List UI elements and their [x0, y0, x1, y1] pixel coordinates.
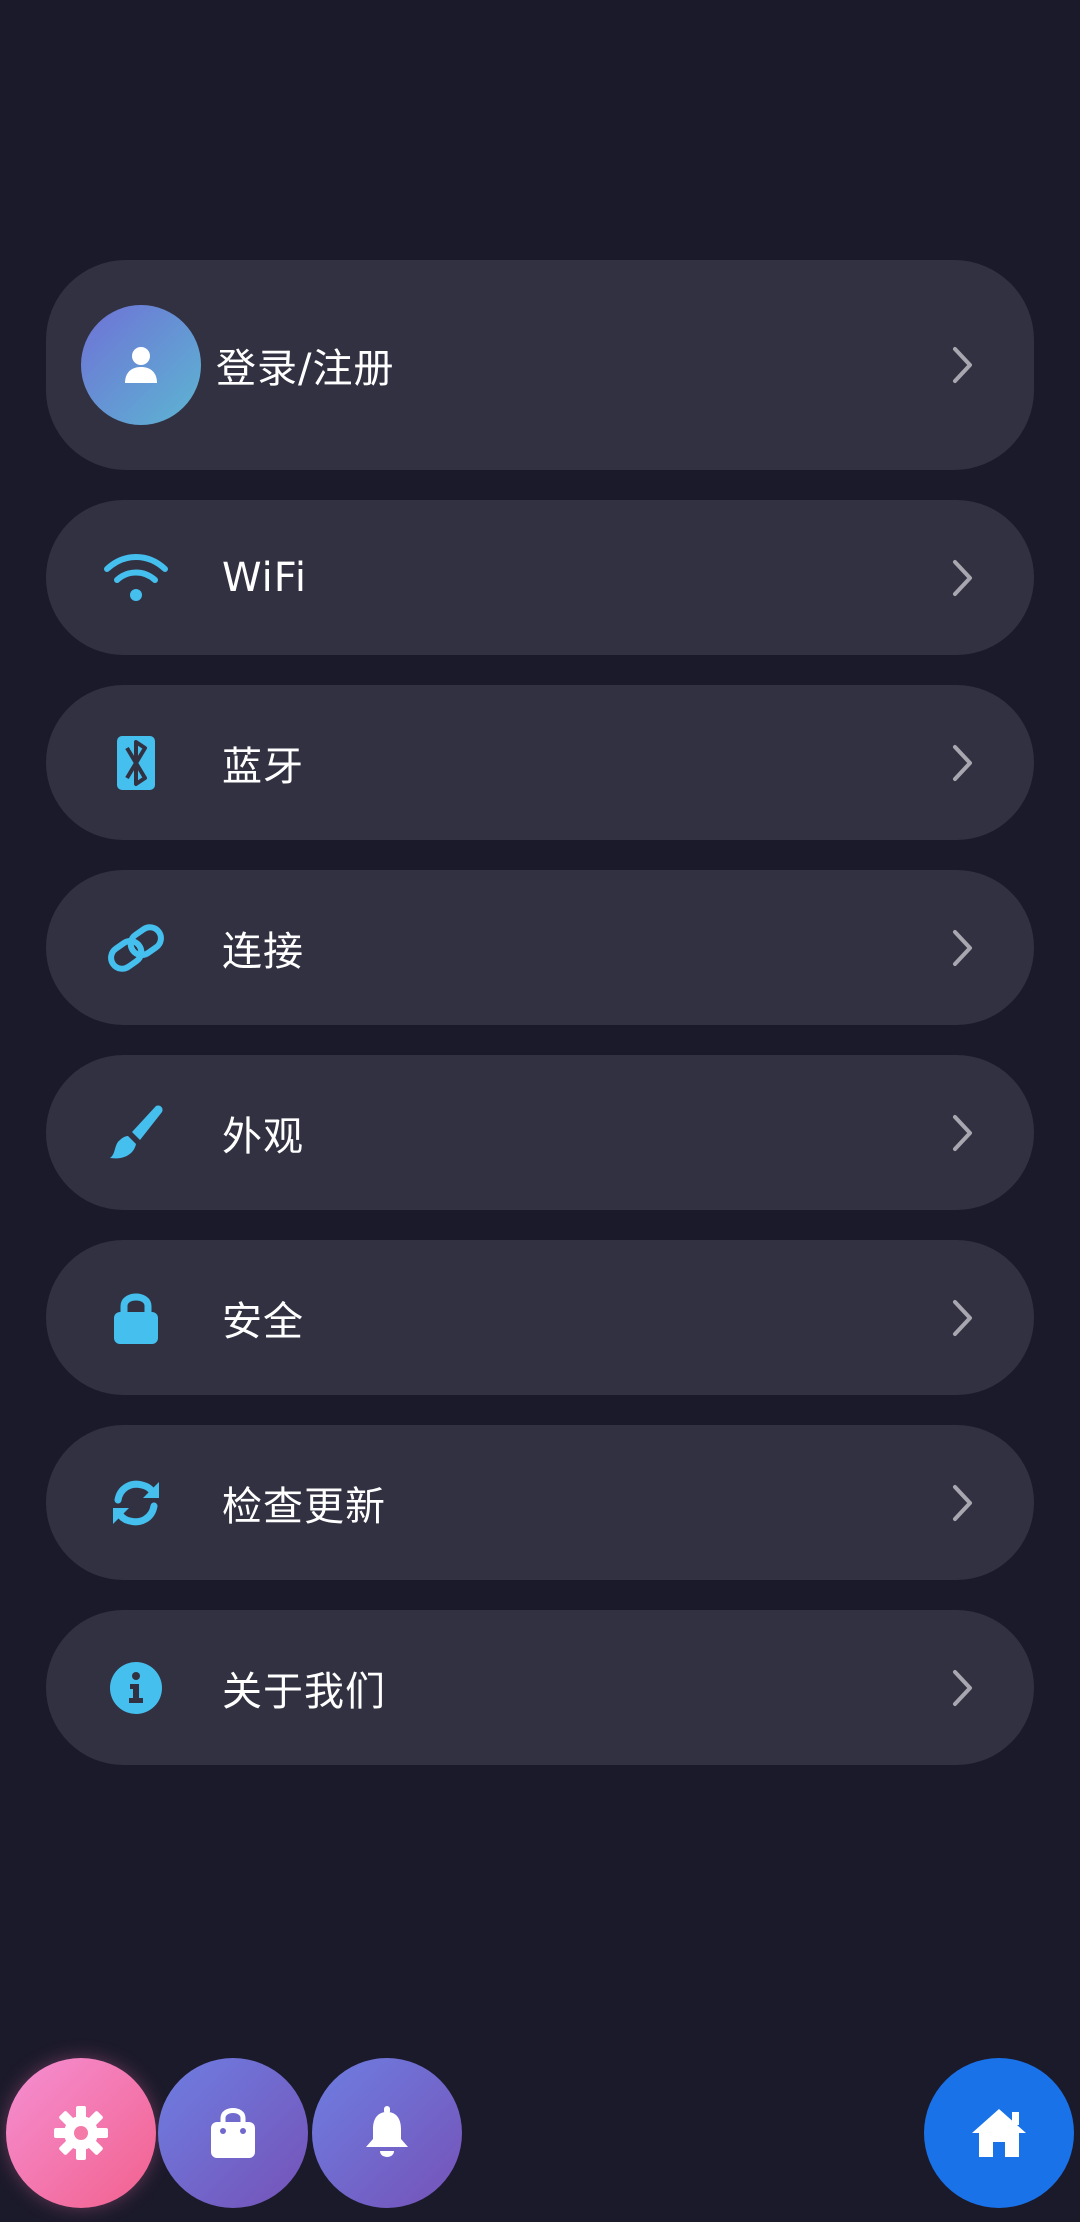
- menu-item-appearance[interactable]: 外观: [46, 1055, 1034, 1210]
- shopping-bag-icon: [211, 2108, 255, 2158]
- chevron-right-icon: [953, 559, 972, 596]
- login-register-label: 登录/注册: [216, 346, 395, 392]
- menu-item-label: WiFi: [222, 554, 307, 601]
- chevron-right-icon: [953, 347, 972, 383]
- nav-settings-button[interactable]: [6, 2058, 156, 2208]
- nav-notifications-button[interactable]: [312, 2058, 462, 2208]
- menu-item-check-update[interactable]: 检查更新: [46, 1425, 1034, 1580]
- chevron-right-icon: [953, 1299, 972, 1336]
- wifi-icon: [101, 543, 171, 613]
- settings-menu: 登录/注册 WiFi 蓝牙 连接 外观 安全 检查更新 关于我们: [46, 260, 1034, 1795]
- nav-home-button[interactable]: [924, 2058, 1074, 2208]
- settings-screen: 登录/注册 WiFi 蓝牙 连接 外观 安全 检查更新 关于我们: [0, 0, 1080, 2222]
- menu-item-label: 连接: [222, 928, 304, 975]
- login-register-card[interactable]: 登录/注册: [46, 260, 1034, 470]
- chevron-right-icon: [953, 1114, 972, 1151]
- info-icon: [101, 1653, 171, 1723]
- gear-icon: [54, 2106, 108, 2160]
- menu-item-label: 检查更新: [222, 1483, 386, 1530]
- menu-item-label: 关于我们: [222, 1668, 386, 1715]
- bell-icon: [366, 2106, 408, 2157]
- menu-item-security[interactable]: 安全: [46, 1240, 1034, 1395]
- avatar: [81, 305, 201, 425]
- menu-item-about-us[interactable]: 关于我们: [46, 1610, 1034, 1765]
- chevron-right-icon: [953, 744, 972, 781]
- refresh-icon: [101, 1468, 171, 1538]
- paintbrush-icon: [101, 1098, 171, 1168]
- home-icon: [972, 2109, 1026, 2157]
- chevron-right-icon: [953, 1669, 972, 1706]
- link-icon: [101, 913, 171, 983]
- bluetooth-icon: [101, 728, 171, 798]
- menu-item-label: 外观: [222, 1113, 304, 1160]
- chevron-right-icon: [953, 929, 972, 966]
- lock-icon: [101, 1283, 171, 1353]
- menu-item-label: 蓝牙: [222, 743, 304, 790]
- menu-item-label: 安全: [222, 1298, 304, 1345]
- menu-item-connect[interactable]: 连接: [46, 870, 1034, 1025]
- menu-item-wifi[interactable]: WiFi: [46, 500, 1034, 655]
- nav-shop-button[interactable]: [158, 2058, 308, 2208]
- person-icon: [125, 347, 157, 383]
- chevron-right-icon: [953, 1484, 972, 1521]
- menu-item-bluetooth[interactable]: 蓝牙: [46, 685, 1034, 840]
